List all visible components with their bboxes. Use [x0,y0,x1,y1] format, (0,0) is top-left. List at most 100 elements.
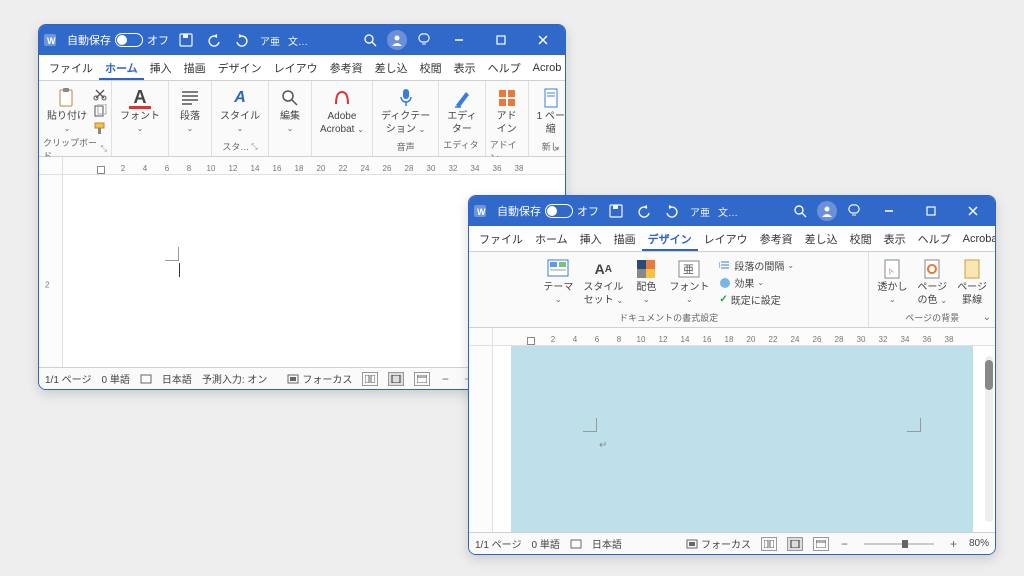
autosave-toggle[interactable]: 自動保存 オフ [497,203,599,219]
tab-home[interactable]: ホーム [529,227,574,251]
editing-button[interactable]: 編集 ⌄ [273,85,307,135]
undo-icon[interactable] [203,29,225,51]
zoom-out-button[interactable]: − [839,537,850,551]
tab-acrobat[interactable]: Acrob [527,58,566,78]
tab-view[interactable]: 表示 [448,56,482,80]
tab-home[interactable]: ホーム [99,56,144,80]
watermark-button[interactable]: A 透かし ⌄ [873,256,911,306]
qat-more-icon[interactable]: 文… [287,29,309,51]
ribbon-collapse-icon[interactable]: ⌄ [553,141,561,152]
qat-text-icon[interactable]: ア亜 [689,200,711,222]
lightbulb-icon[interactable] [843,200,865,222]
spellcheck-icon[interactable] [140,373,152,385]
account-avatar[interactable] [817,201,837,221]
onepage-button[interactable]: 1 ペー 縮 [533,85,566,137]
redo-icon[interactable] [661,200,683,222]
zoom-out-button[interactable]: − [440,372,451,386]
print-layout-icon[interactable] [787,537,803,551]
tab-layout[interactable]: レイアウ [698,227,754,251]
vertical-ruler[interactable] [469,346,493,532]
copy-icon[interactable] [93,104,107,118]
save-icon[interactable] [605,200,627,222]
tab-references[interactable]: 参考資 [324,56,369,80]
zoom-level[interactable]: 80% [969,538,989,549]
qat-text-icon[interactable]: ア亜 [259,29,281,51]
tab-design[interactable]: デザイン [642,227,698,251]
lightbulb-icon[interactable] [413,29,435,51]
set-default-button[interactable]: ✓既定に設定 [719,292,794,307]
tab-mailings[interactable]: 差し込 [799,227,844,251]
zoom-in-button[interactable]: + [948,537,959,551]
tab-insert[interactable]: 挿入 [144,56,178,80]
tab-view[interactable]: 表示 [878,227,912,251]
search-icon[interactable] [789,200,811,222]
ribbon-collapse-icon[interactable]: ⌄ [983,312,991,323]
focus-mode[interactable]: フォーカス [287,371,352,386]
minimize-button[interactable] [441,25,477,55]
cut-icon[interactable] [93,87,107,101]
zoom-slider[interactable] [864,543,934,545]
horizontal-ruler[interactable]: 2468101214161820222426283032343638 [39,157,565,175]
tab-layout[interactable]: レイアウ [268,56,324,80]
tab-help[interactable]: ヘルプ [482,56,527,80]
format-painter-icon[interactable] [93,121,107,135]
web-layout-icon[interactable] [414,372,430,386]
undo-icon[interactable] [633,200,655,222]
print-layout-icon[interactable] [388,372,404,386]
close-button[interactable] [955,196,991,226]
colors-button[interactable]: 配色 ⌄ [629,256,663,306]
page-color-button[interactable]: ページ の色 ⌄ [913,256,951,308]
maximize-button[interactable] [483,25,519,55]
vertical-scrollbar[interactable] [985,356,993,522]
maximize-button[interactable] [913,196,949,226]
tab-review[interactable]: 校閲 [414,56,448,80]
document-page[interactable]: ↵ [511,346,973,532]
read-mode-icon[interactable] [761,537,777,551]
editor-button[interactable]: エディ ター [443,85,480,137]
tab-mailings[interactable]: 差し込 [369,56,414,80]
focus-mode[interactable]: フォーカス [686,536,751,551]
tab-draw[interactable]: 描画 [178,56,212,80]
word-count[interactable]: 0 単語 [531,536,559,551]
fonts-button[interactable]: 亜 フォント ⌄ [665,256,713,306]
tab-file[interactable]: ファイル [473,227,529,251]
word-count[interactable]: 0 単語 [101,371,129,386]
web-layout-icon[interactable] [813,537,829,551]
tab-references[interactable]: 参考資 [754,227,799,251]
redo-icon[interactable] [231,29,253,51]
font-button[interactable]: A フォント ⌄ [116,85,164,135]
spellcheck-icon[interactable] [570,538,582,550]
search-icon[interactable] [359,29,381,51]
adobe-acrobat-button[interactable]: Adobe Acrobat ⌄ [316,85,368,137]
tab-insert[interactable]: 挿入 [574,227,608,251]
horizontal-ruler[interactable]: 2468101214161820222426283032343638 [469,328,995,346]
tab-file[interactable]: ファイル [43,56,99,80]
dialog-launcher-icon[interactable]: ⤡ [251,142,257,152]
styles-button[interactable]: A スタイル ⌄ [216,85,264,135]
page-count[interactable]: 1/1 ページ [45,371,91,386]
themes-button[interactable]: テーマ ⌄ [539,256,577,306]
language-status[interactable]: 日本語 [592,536,622,551]
account-avatar[interactable] [387,30,407,50]
close-button[interactable] [525,25,561,55]
page-borders-button[interactable]: ページ 罫線 [953,256,991,308]
autosave-toggle[interactable]: 自動保存 オフ [67,32,169,48]
language-status[interactable]: 日本語 [162,371,192,386]
minimize-button[interactable] [871,196,907,226]
tab-acrobat[interactable]: Acroba [957,229,996,249]
qat-more-icon[interactable]: 文… [717,200,739,222]
read-mode-icon[interactable] [362,372,378,386]
paragraph-spacing-button[interactable]: 段落の間隔 ⌄ [719,258,794,273]
stylesets-button[interactable]: AA スタイル セット ⌄ [579,256,627,308]
paragraph-button[interactable]: 段落 ⌄ [173,85,207,135]
tab-review[interactable]: 校閲 [844,227,878,251]
ime-status[interactable]: 予測入力: オン [202,371,268,386]
paste-button[interactable]: 貼り付け ⌄ [43,85,91,135]
effects-button[interactable]: 効果 ⌄ [719,275,794,290]
tab-design[interactable]: デザイン [212,56,268,80]
dictate-button[interactable]: ディクテー ション ⌄ [377,85,434,137]
save-icon[interactable] [175,29,197,51]
tab-draw[interactable]: 描画 [608,227,642,251]
dialog-launcher-icon[interactable]: ⤡ [101,144,107,154]
tab-help[interactable]: ヘルプ [912,227,957,251]
